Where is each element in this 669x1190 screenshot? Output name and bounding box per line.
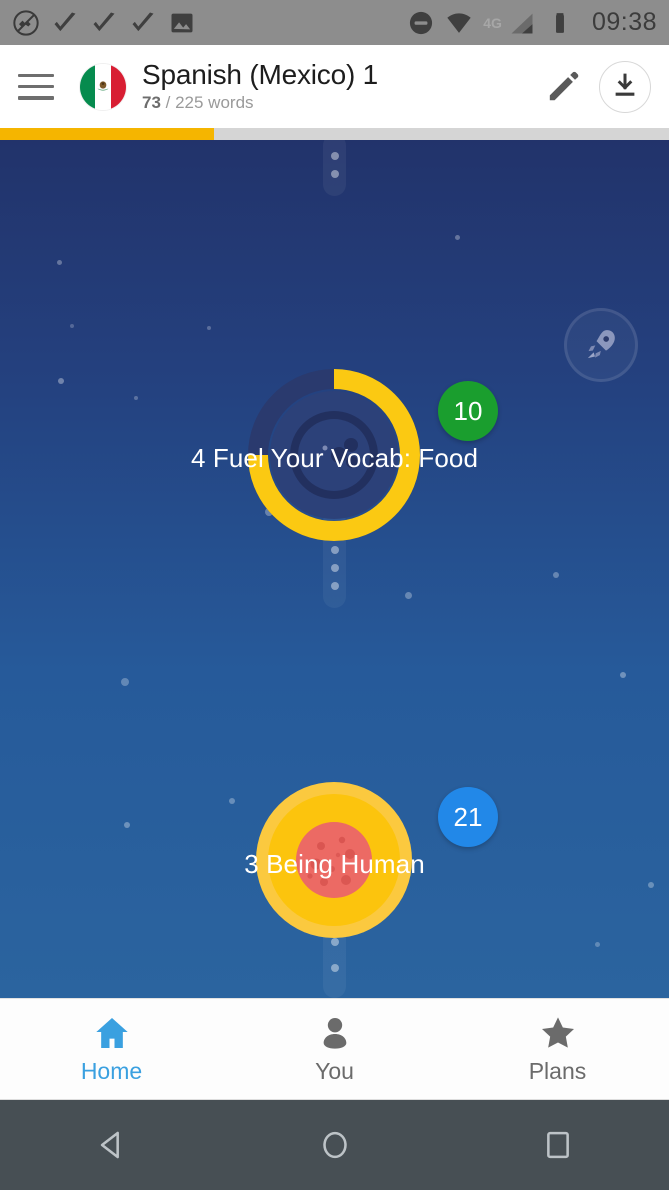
star-decoration [229, 798, 235, 804]
handshake-slash-icon [13, 9, 39, 36]
android-back-button[interactable] [90, 1123, 134, 1167]
nav-item-you[interactable]: You [223, 999, 446, 1099]
do-not-disturb-icon [410, 11, 433, 34]
course-progress-fill [0, 128, 215, 140]
level-4-word-badge[interactable]: 10 [438, 381, 498, 441]
nav-item-home[interactable]: Home [0, 999, 223, 1099]
status-system-icons: 4G 09:38 [407, 8, 657, 37]
star-decoration [620, 672, 626, 678]
words-learned-value: 73 [142, 92, 161, 112]
star-decoration [455, 235, 460, 240]
nav-label-home: Home [80, 1058, 143, 1084]
star-decoration [207, 326, 211, 330]
android-navigation-bar [0, 1100, 669, 1190]
star-decoration [57, 260, 62, 265]
home-icon [95, 1018, 128, 1048]
pencil-icon[interactable] [545, 69, 581, 105]
home-circle-icon [322, 1131, 347, 1159]
course-progress-bar [0, 128, 669, 140]
words-separator: / [160, 92, 176, 112]
star-decoration [58, 378, 64, 384]
download-button[interactable] [599, 60, 651, 113]
star-decoration [124, 822, 130, 828]
nav-item-plans[interactable]: Plans [446, 999, 669, 1099]
system-status-bar: 4G 09:38 [0, 0, 669, 45]
image-icon [171, 13, 193, 32]
star-decoration [405, 592, 412, 599]
level-3-badge-value: 21 [453, 801, 483, 832]
star-decoration [134, 396, 138, 400]
word-count-label: 73 / 225 words [142, 93, 378, 113]
star-icon [541, 1017, 574, 1048]
app-screen: 4G 09:38 Spanish (Mexico) 1 73 / 225 wor… [0, 0, 669, 1190]
star-decoration [121, 678, 129, 686]
android-home-button[interactable] [313, 1123, 357, 1167]
level-3-label: 3 Being Human [244, 849, 425, 879]
rocket-icon [587, 330, 615, 359]
course-title-block: Spanish (Mexico) 1 73 / 225 words [142, 60, 378, 112]
recents-square-icon [546, 1131, 569, 1159]
mexico-eagle-emblem-icon [97, 80, 109, 90]
mexico-flag-icon [80, 63, 126, 110]
network-type-label: 4G [483, 14, 502, 31]
check-icon [93, 12, 115, 31]
clock-label: 09:38 [591, 8, 657, 36]
level-4-badge-value: 10 [453, 395, 483, 426]
level-3-word-badge[interactable]: 21 [438, 787, 498, 847]
course-map: 10 4 Fuel Your Vocab: Food 21 3 Being Hu… [0, 140, 669, 998]
status-notification-icons [12, 9, 196, 37]
check-icon [54, 12, 76, 31]
download-icon [615, 73, 635, 96]
signal-icon [511, 13, 533, 33]
wifi-icon [447, 12, 471, 33]
app-bar-actions [545, 60, 651, 113]
path-connector-top [323, 140, 346, 196]
page-title: Spanish (Mexico) 1 [142, 59, 379, 91]
battery-icon [555, 12, 564, 33]
hamburger-menu-icon[interactable] [18, 73, 54, 100]
back-triangle-icon [100, 1131, 119, 1159]
star-decoration [553, 572, 559, 578]
android-recents-button[interactable] [536, 1123, 580, 1167]
words-total-value: 225 words [175, 92, 254, 112]
person-icon [323, 1018, 346, 1049]
check-icon [132, 12, 154, 31]
star-decoration [648, 882, 654, 888]
rocket-button[interactable] [564, 308, 638, 382]
star-decoration [70, 324, 74, 328]
nav-label-you: You [315, 1058, 354, 1084]
level-4-label: 4 Fuel Your Vocab: Food [190, 443, 479, 473]
bottom-navigation: Home You Plans [0, 998, 669, 1100]
star-decoration [595, 942, 600, 947]
app-bar: Spanish (Mexico) 1 73 / 225 words [0, 45, 669, 128]
nav-label-plans: Plans [528, 1058, 587, 1084]
